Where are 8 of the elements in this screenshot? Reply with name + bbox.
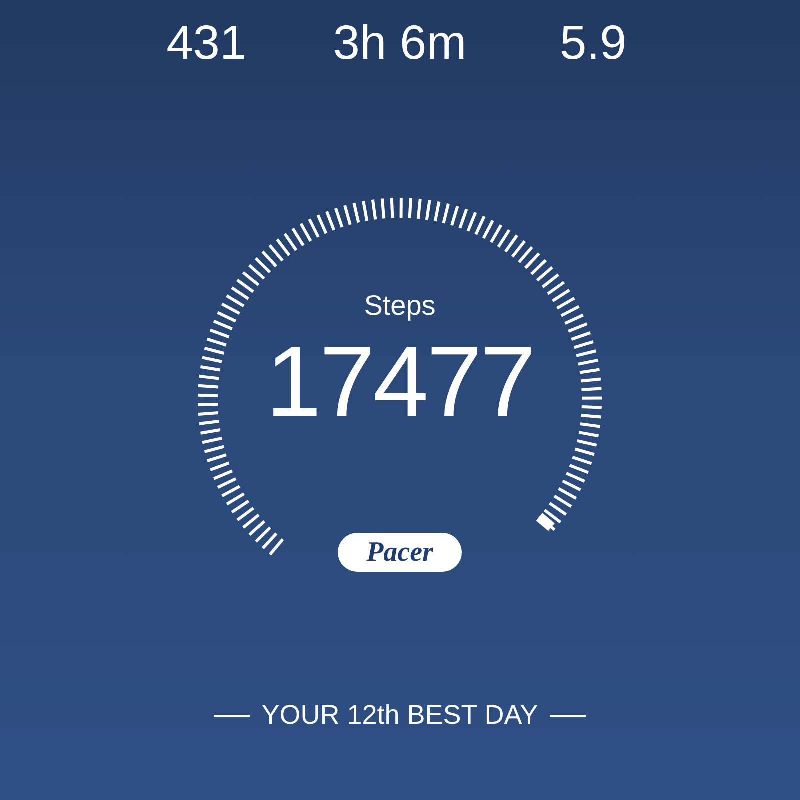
best-day-caption: YOUR 12th BEST DAY [262, 702, 538, 729]
gauge-label: Steps [364, 292, 436, 320]
step-count: 17477 [266, 332, 534, 432]
stat-value: 431 [166, 20, 247, 72]
logo-badge: Pacer [338, 533, 462, 572]
stat-value: 3h 6m [333, 20, 467, 72]
stat-value: 5.9 [560, 20, 627, 72]
gauge-marker [536, 513, 555, 532]
